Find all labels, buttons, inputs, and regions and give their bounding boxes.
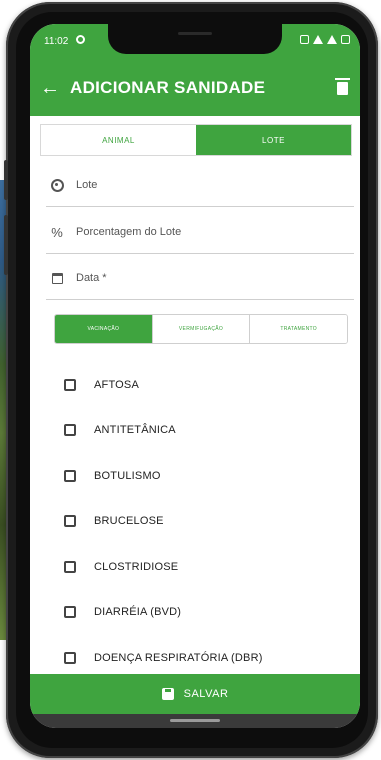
delete-button[interactable] [324, 77, 360, 95]
list-item[interactable]: ANTITETÂNICA [30, 408, 360, 454]
back-arrow-icon[interactable]: ← [30, 77, 70, 100]
tab-vacinacao[interactable]: VACINAÇÃO [55, 315, 153, 343]
tab-vermifugacao[interactable]: VERMIFUGAÇÃO [152, 315, 251, 343]
checkbox[interactable] [64, 606, 76, 619]
save-button-label: SALVAR [183, 688, 229, 700]
data-icon [300, 35, 309, 44]
type-tabs: VACINAÇÃO VERMIFUGAÇÃO TRATAMENTO [54, 314, 348, 344]
list-item[interactable]: AFTOSA [30, 362, 360, 408]
phone-side-button [4, 215, 8, 275]
tab-lote[interactable]: LOTE [196, 125, 351, 155]
floppy-icon [161, 688, 174, 700]
status-time: 11:02 [44, 36, 69, 47]
trash-icon [334, 77, 350, 95]
disease-checklist: AFTOSA ANTITETÂNICA BOTULISMO BRUCELOSE … [30, 362, 360, 681]
app-screen: 11:02 ← ADICIONAR SANIDADE ANIMAL LOTE L… [30, 24, 360, 728]
status-icons [300, 35, 350, 44]
lote-field[interactable]: Lote [46, 164, 354, 207]
data-field[interactable]: Data * [46, 257, 354, 300]
mode-tabs: ANIMAL LOTE [40, 124, 352, 156]
app-bar: ← ADICIONAR SANIDADE [30, 60, 360, 116]
wifi-icon [313, 35, 323, 44]
list-item-label: ANTITETÂNICA [94, 424, 176, 437]
lote-field-label: Lote [76, 179, 98, 191]
checkbox[interactable] [64, 469, 76, 482]
data-field-label: Data * [76, 272, 107, 284]
system-nav-bar [30, 714, 360, 728]
percent-icon: % [51, 224, 63, 240]
porcentagem-field-label: Porcentagem do Lote [76, 226, 182, 238]
camera-notch [108, 24, 282, 54]
list-item-label: BOTULISMO [94, 469, 161, 482]
list-item-label: DOENÇA RESPIRATÓRIA (DBR) [94, 651, 263, 664]
list-item-label: BRUCELOSE [94, 515, 164, 528]
checkbox[interactable] [64, 560, 76, 573]
phone-side-button [4, 160, 8, 200]
porcentagem-field[interactable]: % Porcentagem do Lote [46, 211, 354, 254]
palette-icon [46, 178, 68, 192]
calendar-icon [46, 272, 68, 284]
list-item-label: AFTOSA [94, 378, 140, 391]
list-item[interactable]: DIARRÉIA (BVD) [30, 590, 360, 636]
list-item[interactable]: BOTULISMO [30, 453, 360, 499]
list-item-label: CLOSTRIDIOSE [94, 560, 179, 573]
home-indicator[interactable] [170, 719, 220, 722]
status-notification-icon [76, 35, 85, 44]
list-item[interactable]: CLOSTRIDIOSE [30, 544, 360, 590]
page-title: ADICIONAR SANIDADE [70, 78, 266, 97]
checkbox[interactable] [64, 651, 76, 664]
checkbox[interactable] [64, 424, 76, 437]
checkbox[interactable] [64, 378, 76, 391]
signal-icon [327, 35, 337, 44]
checkbox[interactable] [64, 515, 76, 528]
list-item-label: DIARRÉIA (BVD) [94, 606, 182, 619]
list-item[interactable]: BRUCELOSE [30, 499, 360, 545]
status-bar: 11:02 [30, 24, 360, 60]
tab-tratamento[interactable]: TRATAMENTO [250, 315, 347, 343]
battery-icon [341, 35, 350, 44]
tab-animal[interactable]: ANIMAL [41, 125, 196, 155]
save-button[interactable]: SALVAR [30, 674, 360, 714]
